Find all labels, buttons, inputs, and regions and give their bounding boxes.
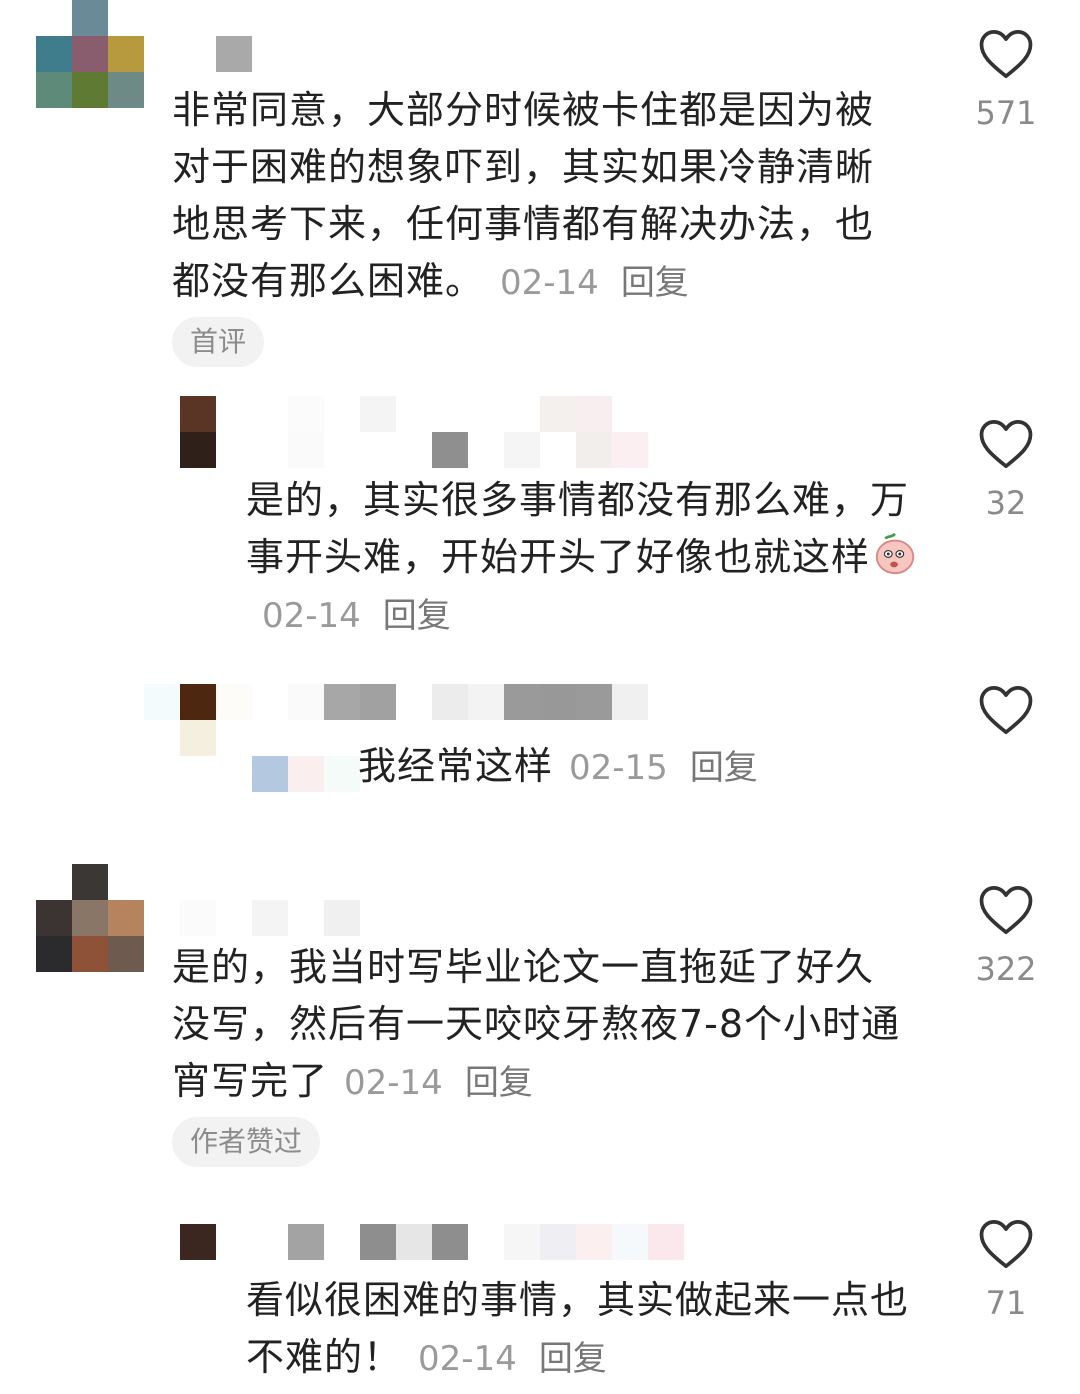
like-button[interactable]: 32: [966, 418, 1046, 522]
comment-body: 我经常这样: [358, 744, 554, 788]
heart-icon: [979, 885, 1033, 935]
reply-button[interactable]: 回复: [465, 1063, 533, 1103]
reply-button[interactable]: 回复: [539, 1339, 607, 1379]
comment-date: 02-14: [344, 1063, 443, 1103]
comment-date: 02-14: [500, 263, 599, 303]
heart-icon: [979, 685, 1033, 735]
heart-icon: [979, 1219, 1033, 1269]
reply-button[interactable]: 回复: [690, 748, 758, 788]
author-liked-badge: 作者赞过: [172, 1117, 321, 1167]
comment-text: 我经常这样 02-15 回复: [358, 738, 918, 797]
like-button[interactable]: 571: [966, 28, 1046, 132]
username-pixelated[interactable]: [180, 900, 360, 936]
like-count: 71: [985, 1284, 1027, 1322]
comment-body: 是的，我当时写毕业论文一直拖延了好久没写，然后有一天咬咬牙熬夜7-8个小时通宵写…: [172, 945, 901, 1103]
first-comment-badge: 首评: [172, 317, 265, 367]
username-pixelated[interactable]: [216, 684, 648, 720]
avatar[interactable]: [36, 0, 144, 108]
like-button[interactable]: 322: [966, 884, 1046, 988]
username-pixelated[interactable]: [216, 36, 252, 72]
like-button[interactable]: [966, 684, 1046, 736]
comment-body: 是的，其实很多事情都没有那么难，万事开头难，开始开头了好像也就这样: [246, 478, 910, 579]
avatar[interactable]: [36, 864, 144, 972]
peach-face-emoji-icon: [875, 532, 915, 575]
comment-date: 02-14: [262, 596, 361, 636]
heart-icon: [979, 419, 1033, 469]
like-count: 322: [975, 950, 1037, 988]
avatar[interactable]: [180, 684, 216, 756]
like-count: 571: [975, 94, 1037, 132]
avatar[interactable]: [180, 1224, 216, 1296]
username-pixelated[interactable]: [216, 1224, 684, 1260]
avatar[interactable]: [180, 396, 216, 468]
comment-date: 02-14: [418, 1339, 517, 1379]
reply-target-pixelated: [252, 756, 360, 792]
username-pixelated[interactable]: [252, 432, 684, 468]
comment-text: 非常同意，大部分时候被卡住都是因为被对于困难的想象吓到，其实如果冷静清晰地思考下…: [172, 82, 892, 312]
comment-date: 02-15: [569, 748, 668, 788]
username-pixelated[interactable]: [252, 396, 648, 432]
comment-text: 是的，其实很多事情都没有那么难，万事开头难，开始开头了好像也就这样 02-14 回复: [246, 472, 926, 645]
username-pixelated[interactable]: [144, 684, 180, 720]
heart-icon: [979, 29, 1033, 79]
comment-text: 看似很困难的事情，其实做起来一点也不难的！ 02-14 回复: [246, 1272, 936, 1388]
like-button[interactable]: 71: [966, 1218, 1046, 1322]
username-pixelated[interactable]: [144, 396, 180, 432]
reply-button[interactable]: 回复: [621, 263, 689, 303]
like-count: 32: [985, 484, 1027, 522]
reply-button[interactable]: 回复: [383, 596, 451, 636]
comment-text: 是的，我当时写毕业论文一直拖延了好久没写，然后有一天咬咬牙熬夜7-8个小时通宵写…: [172, 939, 912, 1112]
